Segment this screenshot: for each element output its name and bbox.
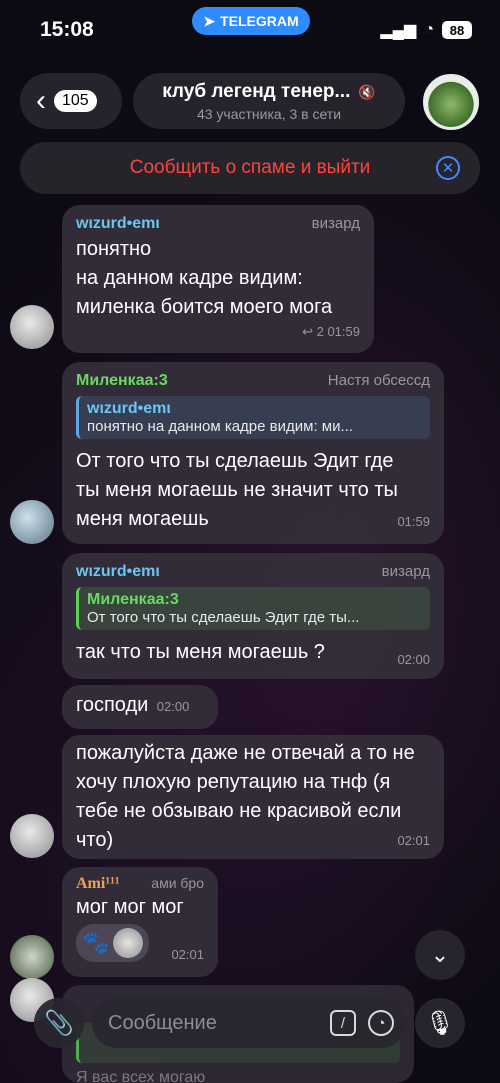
microphone-button[interactable]: 🎙 — [415, 998, 465, 1048]
status-icons: ▂▄▆ ◔ 88 — [380, 20, 472, 40]
message-input[interactable]: Сообщение / ◔ — [92, 998, 406, 1048]
message-sender[interactable]: wιzurd•emι — [76, 563, 160, 581]
message-bubble[interactable]: Ami¹¹¹ ами бро мог мог мог 🐾 02:01 — [62, 867, 218, 977]
spam-report-label[interactable]: Сообщить о спаме и выйти — [130, 157, 371, 179]
reply-text: От того что ты сделаешь Эдит где ты... — [87, 609, 360, 626]
message-bubble[interactable]: wιzurd•emι визард Миленкаа:3 От того что… — [62, 553, 444, 679]
message-bubble[interactable]: пожалуйста даже не отвечай а то не хочу … — [62, 735, 444, 859]
attach-button[interactable]: 📎 — [34, 998, 84, 1048]
mute-icon: 🔇 — [358, 83, 376, 100]
unread-count-badge: 105 — [54, 90, 97, 112]
spam-report-bar[interactable]: Сообщить о спаме и выйти ✕ — [20, 142, 480, 194]
wifi-icon: ◔ — [424, 21, 434, 38]
close-icon[interactable]: ✕ — [436, 156, 460, 180]
paw-icon: 🐾 — [82, 930, 110, 955]
microphone-icon: 🎙 — [424, 1009, 456, 1037]
message-text: так что ты меня могаешь ? — [76, 641, 325, 663]
message-time: 02:00 — [397, 652, 430, 667]
sticker-icon[interactable]: ◔ — [368, 1010, 394, 1036]
message-sender[interactable]: Миленкаа:3 — [76, 372, 168, 390]
battery-indicator: 88 — [442, 21, 472, 39]
telegram-label: TELEGRAM — [220, 13, 299, 29]
message-text: понятно на данном кадре видим: миленка б… — [76, 238, 333, 318]
avatar[interactable] — [10, 500, 54, 544]
message-role: Настя обсесcд — [327, 372, 430, 389]
reaction-pill[interactable]: 🐾 — [76, 924, 150, 962]
avatar[interactable] — [10, 814, 54, 858]
chat-title-pill[interactable]: клуб легенд тенер... 🔇 43 участника, 3 в… — [133, 73, 405, 129]
scroll-down-button[interactable]: ⌄ — [415, 930, 465, 980]
reply-icon: ↩ — [302, 324, 313, 339]
command-icon[interactable]: / — [330, 1010, 356, 1036]
reply-text: понятно на данном кадре видим: ми... — [87, 418, 353, 435]
message-bubble[interactable]: wιzurd•emι визард понятно на данном кадр… — [62, 205, 374, 353]
reply-sender: wιzurd•emι — [87, 400, 171, 417]
message-input-placeholder: Сообщение — [108, 1011, 217, 1034]
telegram-pill[interactable]: ➤ TELEGRAM — [192, 7, 310, 35]
status-time: 15:08 — [40, 18, 94, 41]
message-sender[interactable]: wιzurd•emι — [76, 215, 160, 233]
message-text: мог мог мог — [76, 896, 184, 918]
avatar[interactable] — [10, 305, 54, 349]
message-time: 02:01 — [171, 947, 204, 962]
chevron-left-icon: ‹ — [36, 84, 46, 117]
signal-icon: ▂▄▆ — [380, 22, 417, 39]
message-bubble[interactable]: господи 02:00 — [62, 685, 218, 729]
paperclip-icon: 📎 — [44, 1009, 74, 1037]
chat-avatar[interactable] — [423, 74, 479, 130]
message-input-bar: 📎 Сообщение / ◔ 🎙 — [0, 990, 500, 1083]
message-time: 01:59 — [327, 324, 360, 339]
avatar[interactable] — [10, 935, 54, 979]
message-role: ами бро — [151, 875, 204, 891]
reaction-avatar — [113, 928, 144, 958]
status-bar: 15:08 ➤ TELEGRAM ▂▄▆ ◔ 88 — [0, 0, 500, 60]
message-role: визард — [381, 563, 430, 580]
replies-count[interactable]: 2 — [317, 324, 324, 339]
message-time: 02:01 — [397, 833, 430, 848]
back-button[interactable]: ‹ 105 — [20, 73, 122, 129]
chat-subtitle: 43 участника, 3 в сети — [196, 106, 342, 122]
telegram-icon: ➤ — [203, 12, 216, 29]
message-time: 02:00 — [156, 699, 190, 714]
reply-quote[interactable]: Миленкаа:3 От того что ты сделаешь Эдит … — [76, 587, 430, 630]
reply-quote[interactable]: wιzurd•emι понятно на данном кадре видим… — [76, 396, 430, 439]
message-role: визард — [311, 215, 360, 232]
chat-title: клуб легенд тенер... — [162, 81, 351, 102]
reply-sender: Миленкаа:3 — [87, 591, 179, 608]
message-meta: ↩ 2 01:59 — [76, 324, 360, 340]
message-bubble[interactable]: Миленкаа:3 Настя обсесcд wιzurd•emι поня… — [62, 362, 444, 544]
message-text: господи — [76, 694, 149, 716]
message-sender[interactable]: Ami¹¹¹ — [76, 875, 120, 893]
chevron-down-icon: ⌄ — [430, 942, 450, 967]
